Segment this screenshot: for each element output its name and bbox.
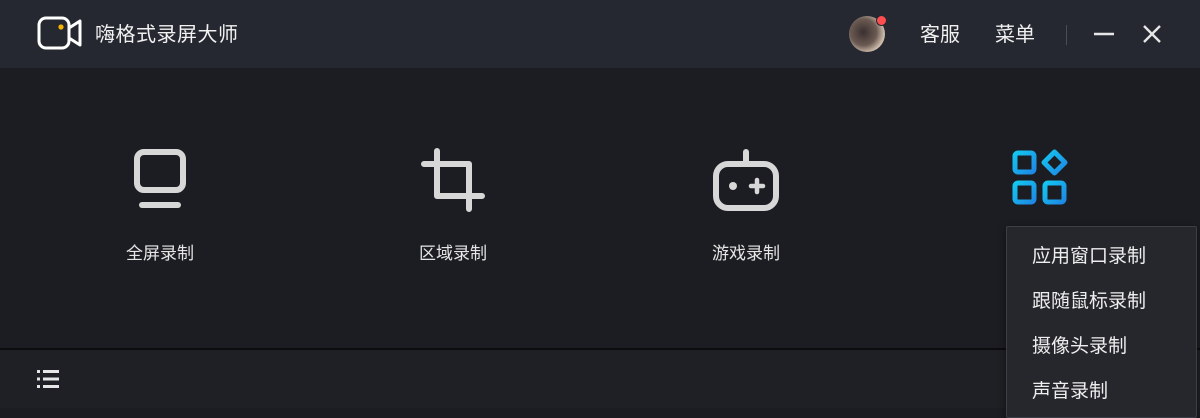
close-icon[interactable] [1138,20,1166,48]
more-dropdown-menu: 应用窗口录制 跟随鼠标录制 摄像头录制 声音录制 [1006,226,1197,418]
menu-item-app-window-record[interactable]: 应用窗口录制 [1007,234,1196,278]
mode-label: 全屏录制 [126,244,194,264]
menu-item-audio-record[interactable]: 声音录制 [1007,369,1196,413]
area-record-button[interactable]: 区域录制 [383,148,523,278]
list-icon[interactable] [37,369,59,389]
mode-label: 游戏录制 [712,244,780,264]
header-divider [1066,25,1067,45]
app-title: 嗨格式录屏大师 [95,22,239,46]
mode-label: 区域录制 [419,244,487,264]
avatar[interactable] [849,15,887,52]
menu-button[interactable]: 菜单 [995,19,1035,49]
crop-icon [421,148,485,212]
monitor-icon [134,149,186,208]
customer-service-button[interactable]: 客服 [920,19,960,49]
apps-icon [1012,149,1068,205]
menu-item-camera-record[interactable]: 摄像头录制 [1007,324,1196,368]
game-record-button[interactable]: 游戏录制 [676,148,816,278]
title-bar: 嗨格式录屏大师 客服 菜单 [0,0,1200,68]
video-camera-logo-icon [37,16,82,50]
gamepad-icon [713,149,779,211]
minimize-icon[interactable] [1090,20,1118,48]
notification-dot [876,15,887,26]
fullscreen-record-button[interactable]: 全屏录制 [90,148,230,278]
menu-item-follow-mouse-record[interactable]: 跟随鼠标录制 [1007,279,1196,323]
